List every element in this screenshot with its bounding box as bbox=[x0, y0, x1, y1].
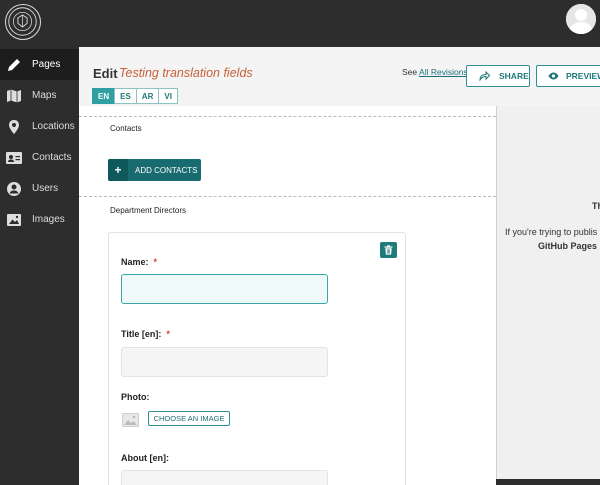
name-input[interactable] bbox=[121, 274, 328, 304]
revisions-prefix: See bbox=[402, 67, 418, 77]
lang-tab-ar[interactable]: AR bbox=[135, 88, 160, 104]
edit-label: Edit bbox=[93, 66, 118, 81]
preview-button-label: PREVIEW bbox=[566, 71, 600, 81]
share-button[interactable]: SHARE bbox=[466, 65, 530, 87]
contact-card-icon bbox=[4, 148, 24, 168]
add-contacts-label: ADD CONTACTS bbox=[135, 165, 198, 175]
plus-icon: + bbox=[108, 159, 128, 181]
language-tabs: EN ES AR VI bbox=[92, 88, 178, 104]
sidebar-item-label: Contacts bbox=[32, 152, 72, 163]
sidebar-item-images[interactable]: Images bbox=[0, 204, 79, 235]
directors-section-label: Department Directors bbox=[110, 206, 187, 215]
all-revisions-link[interactable]: All Revisions bbox=[419, 67, 468, 77]
page-header: Edit Testing translation fields EN ES AR… bbox=[79, 47, 600, 106]
preview-github-pages: GitHub Pages bbox=[538, 241, 598, 251]
image-icon bbox=[4, 210, 24, 230]
title-label: Title [en]: * bbox=[121, 329, 170, 339]
preview-message: If you're trying to publis bbox=[505, 227, 598, 237]
sidebar-item-label: Images bbox=[32, 214, 65, 225]
title-label-text: Title [en]: bbox=[121, 329, 162, 339]
sidebar-item-label: Users bbox=[32, 183, 59, 194]
edit-form: Contacts + ADD CONTACTS Department Direc… bbox=[79, 106, 496, 485]
user-avatar[interactable] bbox=[566, 4, 596, 34]
section-divider bbox=[79, 196, 496, 197]
preview-button[interactable]: PREVIEW bbox=[536, 65, 600, 87]
eye-icon bbox=[548, 72, 559, 80]
sidebar-item-pages[interactable]: Pages bbox=[0, 49, 79, 80]
user-icon bbox=[4, 179, 24, 199]
required-marker: * bbox=[153, 257, 158, 267]
name-label: Name: * bbox=[121, 257, 157, 267]
director-card: Name: * Title [en]: * Photo: CHOOSE AN IMA… bbox=[108, 232, 406, 485]
sidebar-item-label: Locations bbox=[32, 121, 75, 132]
page-title: Testing translation fields bbox=[119, 66, 253, 80]
name-label-text: Name: bbox=[121, 257, 149, 267]
share-icon bbox=[479, 71, 490, 81]
lang-tab-en[interactable]: EN bbox=[92, 88, 116, 104]
sidebar-item-locations[interactable]: Locations bbox=[0, 111, 79, 142]
sidebar-item-label: Maps bbox=[32, 90, 57, 101]
contacts-section-label: Contacts bbox=[110, 124, 142, 133]
location-pin-icon bbox=[4, 117, 24, 137]
title-input[interactable] bbox=[121, 347, 328, 377]
sidebar-item-contacts[interactable]: Contacts bbox=[0, 142, 79, 173]
sidebar: Pages Maps Locations Contacts Users Imag… bbox=[0, 47, 79, 485]
trash-icon[interactable] bbox=[380, 242, 397, 258]
image-placeholder-icon bbox=[122, 413, 139, 427]
about-input[interactable] bbox=[121, 470, 328, 485]
section-divider bbox=[79, 116, 496, 117]
add-contacts-button[interactable]: + ADD CONTACTS bbox=[108, 159, 201, 181]
revisions-link-row: See All Revisions bbox=[402, 67, 468, 77]
choose-image-button[interactable]: CHOOSE AN IMAGE bbox=[148, 411, 230, 426]
city-seal-logo[interactable] bbox=[5, 4, 41, 40]
required-marker: * bbox=[166, 329, 170, 339]
preview-bottom-bar bbox=[496, 479, 600, 485]
preview-panel: Th If you're trying to publis GitHub Pag… bbox=[496, 106, 600, 479]
sidebar-item-maps[interactable]: Maps bbox=[0, 80, 79, 111]
sidebar-item-users[interactable]: Users bbox=[0, 173, 79, 204]
photo-label: Photo: bbox=[121, 392, 150, 402]
lang-tab-es[interactable]: ES bbox=[114, 88, 137, 104]
map-icon bbox=[4, 86, 24, 106]
sidebar-item-label: Pages bbox=[32, 59, 61, 70]
share-button-label: SHARE bbox=[499, 71, 529, 81]
about-label: About [en]: bbox=[121, 453, 169, 463]
top-bar bbox=[0, 0, 600, 47]
lang-tab-vi[interactable]: VI bbox=[158, 88, 178, 104]
pencil-icon bbox=[4, 55, 24, 75]
preview-heading: Th bbox=[592, 201, 600, 211]
